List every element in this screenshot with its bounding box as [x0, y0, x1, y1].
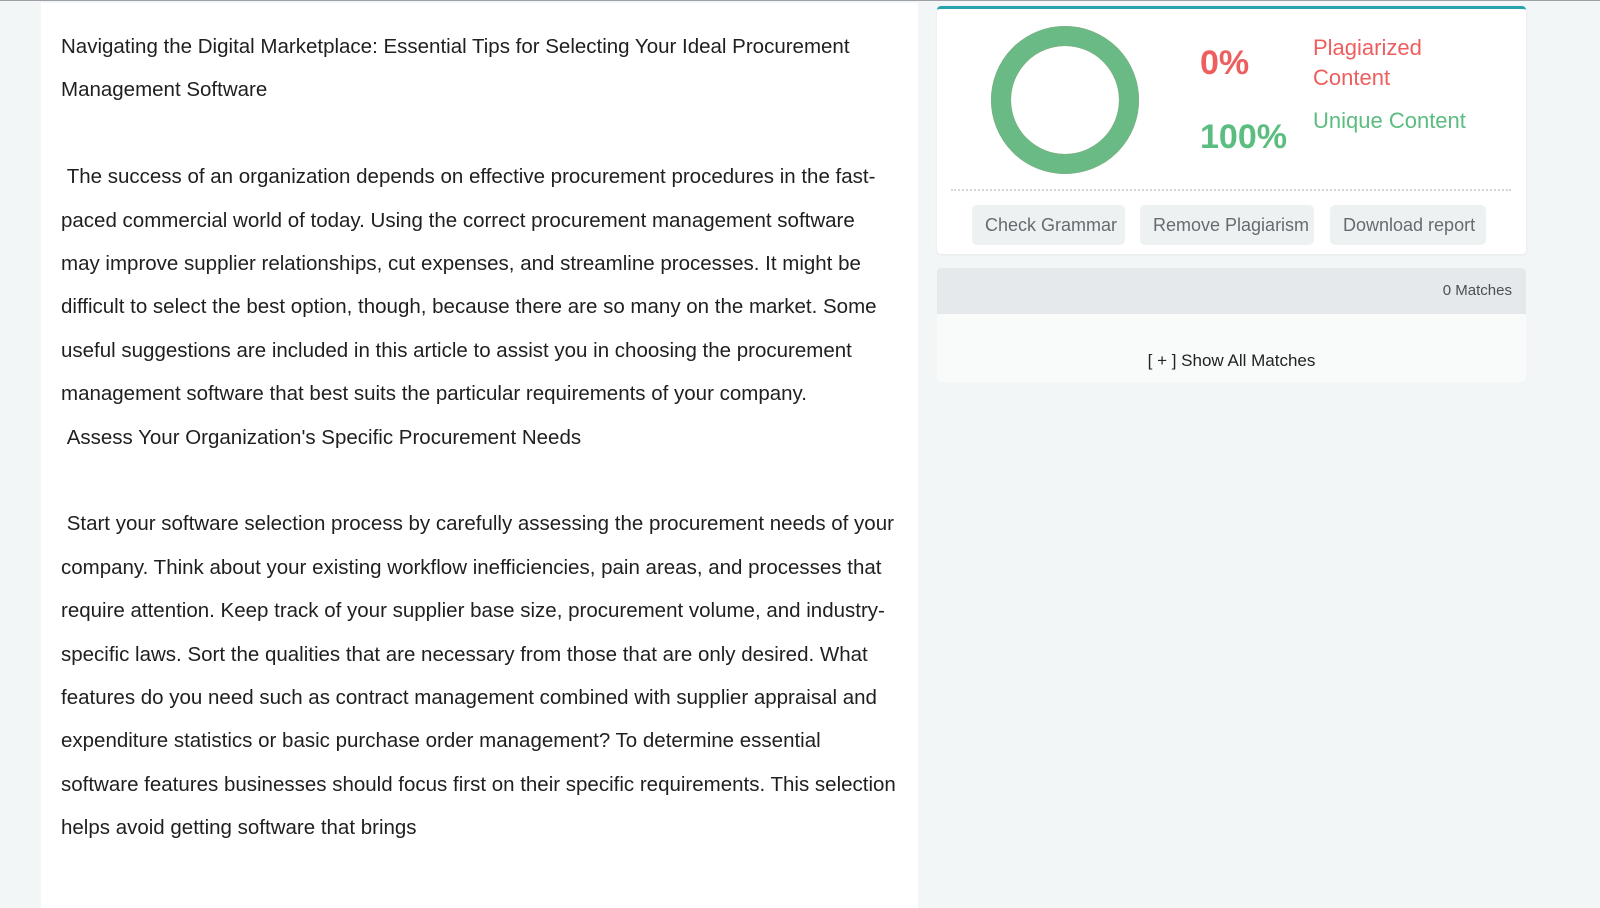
show-all-matches-link[interactable]: [ + ] Show All Matches	[937, 350, 1526, 372]
uniqueness-donut-chart	[991, 26, 1139, 174]
document-heading: Assess Your Organization's Specific Proc…	[61, 425, 582, 449]
divider	[951, 189, 1511, 191]
document-paragraph: The success of an organization depends o…	[61, 165, 883, 406]
plagiarism-result-card: 0% Plagiarized Content 100% Unique Conte…	[937, 6, 1526, 254]
unique-percent: 100%	[1200, 118, 1287, 156]
document-panel[interactable]: Navigating the Digital Marketplace: Esse…	[41, 3, 918, 908]
check-grammar-button[interactable]: Check Grammar	[972, 205, 1125, 245]
top-border	[0, 0, 1600, 1]
remove-plagiarism-button[interactable]: Remove Plagiarism	[1140, 205, 1314, 245]
document-title: Navigating the Digital Marketplace: Esse…	[61, 35, 856, 102]
plagiarized-label: Plagiarized Content	[1313, 35, 1422, 90]
matches-panel: 0 Matches [ + ] Show All Matches	[937, 268, 1526, 382]
document-paragraph: Start your software selection process by…	[61, 512, 902, 840]
plagiarized-percent: 0%	[1200, 44, 1250, 82]
matches-count: 0 Matches	[1442, 282, 1512, 299]
matches-header: 0 Matches	[937, 268, 1526, 314]
download-report-button[interactable]: Download report	[1330, 205, 1486, 245]
unique-label: Unique Content	[1313, 108, 1466, 133]
donut-unique-arc	[991, 26, 1139, 174]
